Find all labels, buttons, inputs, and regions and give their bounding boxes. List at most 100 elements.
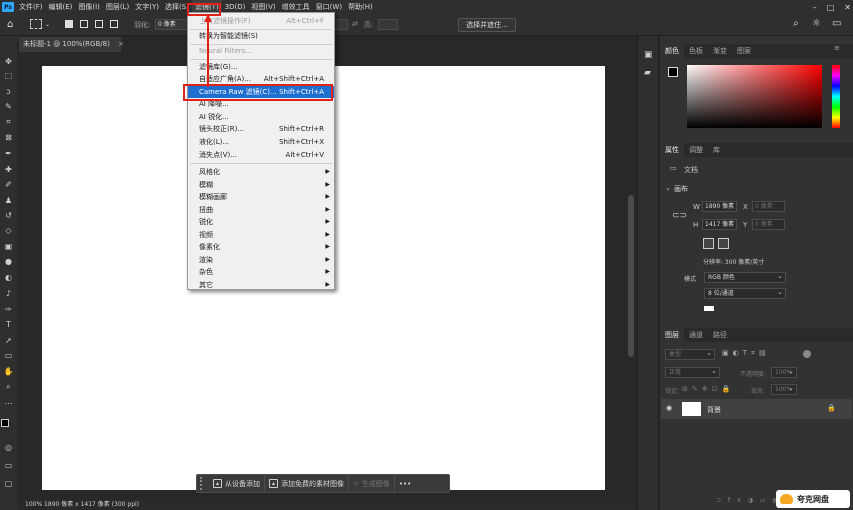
vertical-scrollbar[interactable] xyxy=(628,195,634,357)
eyedropper-icon[interactable]: ✒ xyxy=(3,148,14,159)
tab-libraries[interactable]: 库 xyxy=(708,143,725,157)
gradient-icon[interactable]: ▣ xyxy=(3,241,14,252)
close-tab-icon[interactable]: × xyxy=(118,40,124,48)
tab-properties[interactable]: 属性 xyxy=(660,143,684,157)
menu-item-noise[interactable]: 杂色 ▶ xyxy=(188,266,334,278)
generate-image-button[interactable]: ✧ 生成图像 xyxy=(349,474,395,493)
menu-item-pixelate[interactable]: 像素化 ▶ xyxy=(188,241,334,253)
canvas-height-input[interactable]: 1417 像素 xyxy=(702,219,737,230)
subtract-selection-icon[interactable] xyxy=(95,20,103,28)
bulb-icon[interactable]: ☼ xyxy=(812,18,821,29)
tab-swatches[interactable]: 色板 xyxy=(684,44,708,58)
color-picker-field[interactable] xyxy=(687,65,822,128)
hand-icon[interactable]: ✋ xyxy=(3,366,14,377)
dodge-icon[interactable]: ◐ xyxy=(3,272,14,283)
lock-icons[interactable]: ⊞✎✥⊡🔒 xyxy=(682,385,734,393)
history-brush-icon[interactable]: ↺ xyxy=(3,210,14,221)
close-icon[interactable]: ✕ xyxy=(844,3,851,12)
dodge-tool-icon[interactable]: ♪ xyxy=(3,288,14,299)
marquee-tool-icon[interactable] xyxy=(30,19,42,29)
layer-actions-icons[interactable]: ⊃fx◑▭▤ xyxy=(716,497,785,504)
drag-handle[interactable] xyxy=(200,477,206,490)
tab-gradients[interactable]: 渐变 xyxy=(708,44,732,58)
tab-channels[interactable]: 通道 xyxy=(684,328,708,342)
canvas-chevron-icon[interactable]: ⌄ xyxy=(665,184,671,192)
fill-input[interactable]: 100% xyxy=(771,384,797,395)
history-panel-icon[interactable]: ▣ xyxy=(644,50,653,60)
menu-item-liquify[interactable]: 液化(L)... Shift+Ctrl+X xyxy=(188,136,334,148)
menu-help[interactable]: 帮助(H) xyxy=(345,0,376,14)
menu-item-lens-correction[interactable]: 镜头校正(R)... Shift+Ctrl+R xyxy=(188,123,334,135)
bit-depth-select[interactable]: 8 位/通道 xyxy=(704,288,786,299)
menu-item-vanishing-point[interactable]: 消失点(V)... Alt+Ctrl+V xyxy=(188,149,334,161)
tab-adjustments[interactable]: 调整 xyxy=(684,143,708,157)
frame-icon[interactable]: ⊠ xyxy=(3,132,14,143)
filter-toggle-icon[interactable] xyxy=(803,350,811,358)
link-icon[interactable]: ⊂⊃ xyxy=(672,211,687,221)
type-tool-icon[interactable]: T xyxy=(3,319,14,330)
home-icon[interactable]: ⌂ xyxy=(7,19,13,30)
maximize-icon[interactable]: □ xyxy=(827,3,835,12)
opacity-input[interactable]: 100% xyxy=(771,367,797,378)
brush-icon[interactable]: ✐ xyxy=(3,179,14,190)
menu-image[interactable]: 图像(I) xyxy=(75,0,103,14)
canvas-width-input[interactable]: 1890 像素 xyxy=(702,201,737,212)
quark-cloud-badge[interactable]: 夸克网盘 xyxy=(776,490,850,508)
stamp-icon[interactable]: ♟ xyxy=(3,195,14,206)
move-tool-icon[interactable]: ✥ xyxy=(3,56,14,67)
eraser-icon[interactable]: ◇ xyxy=(3,225,14,236)
zoom-icon[interactable]: ⌕ xyxy=(3,381,14,392)
menu-item-blur-gallery[interactable]: 模糊画廊 ▶ xyxy=(188,191,334,203)
layer-filter-icons[interactable]: ▣◐T⌗▤ xyxy=(722,349,770,358)
minimize-icon[interactable]: – xyxy=(813,3,817,12)
crop-icon[interactable]: ⌗ xyxy=(3,116,14,127)
landscape-orientation-icon[interactable] xyxy=(718,238,729,249)
menu-item-stylize[interactable]: 风格化 ▶ xyxy=(188,166,334,178)
search-icon[interactable]: ⌕ xyxy=(793,18,799,29)
tab-color[interactable]: 颜色 xyxy=(660,44,684,58)
rectangle-icon[interactable]: ▭ xyxy=(3,350,14,361)
comments-panel-icon[interactable]: ▰ xyxy=(644,68,651,78)
menu-item-video[interactable]: 视频 ▶ xyxy=(188,229,334,241)
intersect-selection-icon[interactable] xyxy=(110,20,118,28)
new-selection-icon[interactable] xyxy=(65,20,73,28)
tab-patterns[interactable]: 图案 xyxy=(732,44,756,58)
add-from-device-button[interactable]: ▴ 从设备添加 xyxy=(209,474,265,493)
more-tools-icon[interactable]: … xyxy=(3,396,14,407)
swap-icon[interactable]: ⇄ xyxy=(352,20,358,28)
workspace-icon[interactable]: ▭ xyxy=(832,18,841,29)
screen-mode-alt-icon[interactable]: ▢ xyxy=(3,478,14,489)
select-and-mask-button[interactable]: 选择并遮住... xyxy=(458,18,516,32)
blend-mode-select[interactable]: 正常 xyxy=(665,367,720,378)
document-tab[interactable]: 未标题-1 @ 100%(RGB/8) × xyxy=(19,37,124,52)
menu-item-distort[interactable]: 扭曲 ▶ xyxy=(188,204,334,216)
menu-item-blur[interactable]: 模糊 ▶ xyxy=(188,179,334,191)
y-input[interactable]: 0 像素 xyxy=(752,219,785,230)
marquee-icon[interactable]: ⬚ xyxy=(3,70,14,81)
menu-file[interactable]: 文件(F) xyxy=(16,0,46,14)
layer-filter-select[interactable]: 类型 xyxy=(665,349,715,360)
menu-type[interactable]: 文字(Y) xyxy=(132,0,162,14)
menu-edit[interactable]: 编辑(E) xyxy=(46,0,76,14)
foreground-swatch[interactable] xyxy=(668,67,678,77)
background-fill-swatch[interactable] xyxy=(704,306,714,311)
color-mode-select[interactable]: RGB 颜色 xyxy=(704,272,786,283)
menu-layer[interactable]: 图层(L) xyxy=(103,0,132,14)
panel-menu-icon[interactable]: ≡ xyxy=(834,44,840,52)
menu-item-render[interactable]: 渲染 ▶ xyxy=(188,254,334,266)
chevron-down-icon[interactable]: ⌄ xyxy=(45,21,50,28)
x-input[interactable]: 0 像素 xyxy=(752,201,785,212)
portrait-orientation-icon[interactable] xyxy=(703,238,714,249)
visibility-eye-icon[interactable]: ◉ xyxy=(666,404,672,412)
foreground-color-swatch[interactable] xyxy=(1,419,9,427)
add-free-assets-button[interactable]: ▴ 添加免费的素材图像 xyxy=(265,474,349,493)
path-select-icon[interactable]: ➚ xyxy=(3,335,14,346)
screen-mode-icon[interactable]: ▭ xyxy=(3,460,14,471)
quick-select-icon[interactable]: ✎ xyxy=(3,101,14,112)
hue-slider[interactable] xyxy=(832,65,840,128)
blur-icon[interactable]: ● xyxy=(3,256,14,267)
tab-layers[interactable]: 图层 xyxy=(660,328,684,342)
height-input[interactable] xyxy=(378,19,398,30)
menu-item-ai-sharpen[interactable]: AI 锐化... xyxy=(188,111,334,123)
quick-mask-icon[interactable]: ◎ xyxy=(3,442,14,453)
